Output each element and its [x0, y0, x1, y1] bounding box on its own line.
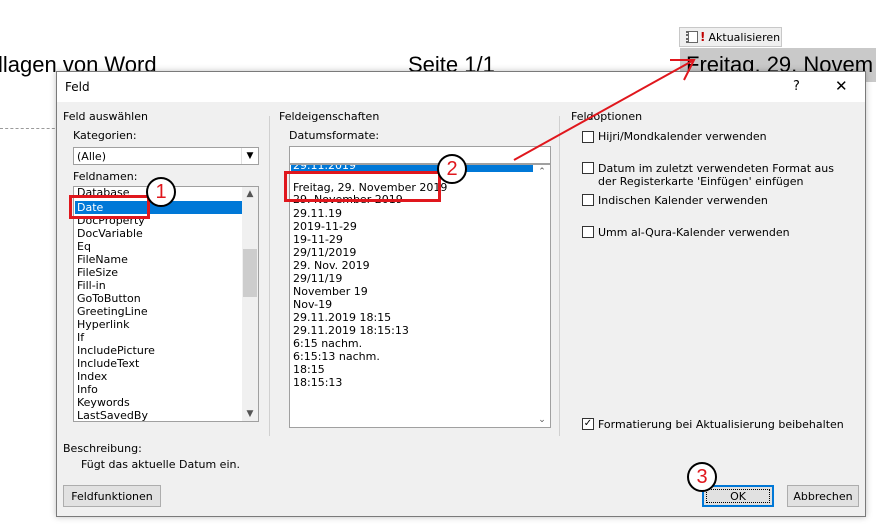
annotation-arrow — [513, 59, 696, 161]
arrow-shaft — [513, 59, 695, 161]
